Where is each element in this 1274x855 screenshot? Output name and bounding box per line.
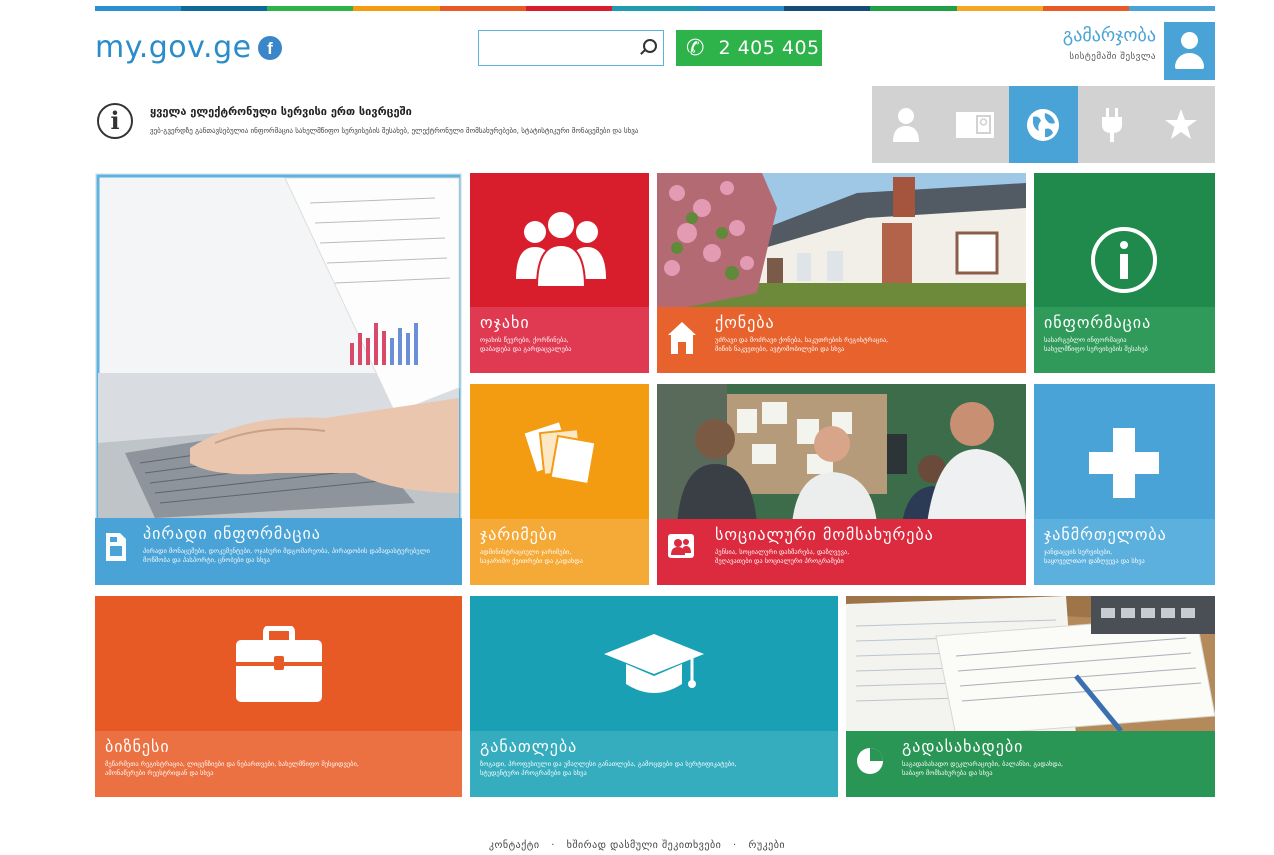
papers-icon [524,422,597,486]
notice-title: ყველა ელექტრონული სერვისი ერთ სივრცეში [150,105,412,118]
id-card-icon[interactable] [941,86,1010,163]
tile-information[interactable]: ინფორმაცია სასარგებლო ინფორმაცია სახელმწი… [1034,173,1215,373]
tile-caption: ქონება უძრავი და მოძრავი ქონება, საკუთრე… [657,307,1026,373]
stripe-segment [267,6,354,11]
login-block[interactable]: გამარჯობა სისტემაში შესვლა [1063,25,1156,62]
footer-links: კონტაქტი · ხშირად დასმული შეკითხვები · რ… [0,840,1274,851]
user-avatar-icon[interactable] [1164,22,1215,80]
tile-title: ჯარიმები [480,525,558,544]
tile-desc: საგადასახადო დეკლარაციები, ბალანსი, გადა… [902,760,1064,777]
tile-desc: პენსია, სოციალური დახმარება, დაზღვევა, შე… [715,548,850,565]
tile-fines[interactable]: ჯარიმები ადმინისტრაციული ჯარიმები, საჯარი… [470,384,649,585]
tile-caption: ინფორმაცია სასარგებლო ინფორმაცია სახელმწი… [1034,307,1215,373]
tile-caption: სოციალური მომსახურება პენსია, სოციალური … [657,519,1026,585]
stripe-segment [956,6,1043,11]
tax-forms-photo [846,596,1215,736]
tile-title: ინფორმაცია [1044,313,1152,332]
tile-title: გადასახადები [902,737,1024,756]
tile-desc: პირადი მონაცემები, დოკუმენტები, ოჯახური … [143,547,430,564]
tile-business[interactable]: ბიზნესი მეწარმეთა რეგისტრაცია, ლიცენზიებ… [95,596,462,797]
tile-title: პირადი ინფორმაცია [143,524,321,543]
search-box[interactable] [478,30,664,66]
people-photo [657,384,1026,524]
tile-title: ოჯახი [480,313,530,332]
globe-icon[interactable] [1009,86,1078,163]
house-icon [668,322,696,354]
stripe-segment [1128,6,1216,11]
notice-text: ვებ-გვერდზე განთავსებულია ინფორმაცია სახ… [150,127,639,135]
tile-desc: ოჯახის წევრები, ქორწინება, დაბადება და გა… [480,336,572,353]
tile-family[interactable]: ოჯახი ოჯახის წევრები, ქორწინება, დაბადება… [470,173,649,373]
tile-caption: ჯანმრთელობა ჯანდაცვის სერვისები, საყოველთ… [1034,519,1215,585]
footer-separator: · [551,840,555,851]
tile-caption: გადასახადები საგადასახადო დეკლარაციები, … [846,731,1215,797]
facebook-icon[interactable]: f [258,36,282,60]
footer-link-contact[interactable]: კონტაქტი [489,840,540,851]
avatar-head [1181,32,1198,49]
people-group-icon [516,210,606,287]
document-icon [106,533,126,561]
phone-icon: ✆ [686,35,705,61]
laptop-photo [95,173,462,518]
stripe-segment [439,6,526,11]
hotline-button[interactable]: ✆ 2 405 405 [676,30,822,66]
people-card-icon [668,534,694,558]
login-title[interactable]: გამარჯობა [1063,25,1156,46]
tile-personal-info[interactable]: პირადი ინფორმაცია პირადი მონაცემები, დოკ… [95,173,462,585]
top-color-stripe [95,6,1216,11]
category-switcher [872,86,1215,163]
tile-caption: ჯარიმები ადმინისტრაციული ჯარიმები, საჯარი… [470,519,649,585]
pie-chart-icon [857,748,883,774]
avatar-body [1175,53,1204,69]
stripe-segment [870,6,957,11]
tile-taxes[interactable]: გადასახადები საგადასახადო დეკლარაციები, … [846,596,1215,797]
stripe-segment [95,6,182,11]
tile-education[interactable]: განათლება ზოგადი, პროფესიული და უმაღლესი… [470,596,838,797]
info-icon [1091,227,1157,293]
site-logo[interactable]: my.gov.ge [95,30,252,65]
tile-social[interactable]: სოციალური მომსახურება პენსია, სოციალური … [657,384,1026,585]
stripe-segment [611,6,699,11]
stripe-segment [1042,6,1129,11]
login-subtitle[interactable]: სისტემაში შესვლა [1063,52,1156,62]
stripe-segment [698,6,785,11]
tile-desc: უძრავი და მოძრავი ქონება, საკუთრების რეგ… [715,336,889,353]
tile-desc: ჯანდაცვის სერვისები, საყოველთაო დაზღვევა … [1044,548,1145,565]
tile-title: განათლება [480,737,578,756]
graduation-cap-icon [604,634,704,693]
tile-caption: პირადი ინფორმაცია პირადი მონაცემები, დოკ… [95,518,462,585]
tile-property[interactable]: ქონება უძრავი და მოძრავი ქონება, საკუთრე… [657,173,1026,373]
tile-desc: ადმინისტრაციული ჯარიმები, საჯარიმო ქვითრე… [480,548,583,565]
tile-desc: სასარგებლო ინფორმაცია სახელმწიფო სერვისებ… [1044,336,1148,353]
stripe-segment [525,6,612,11]
search-icon[interactable] [643,39,657,53]
tile-caption: ბიზნესი მეწარმეთა რეგისტრაცია, ლიცენზიებ… [95,731,462,797]
stripe-segment [181,6,268,11]
briefcase-icon [236,626,322,702]
tile-title: ჯანმრთელობა [1044,525,1167,544]
footer-separator: · [733,840,737,851]
tile-caption: ოჯახი ოჯახის წევრები, ქორწინება, დაბადება… [470,307,649,373]
info-notice: i ყველა ელექტრონული სერვისი ერთ სივრცეში… [97,97,857,155]
search-input[interactable] [485,33,639,65]
stripe-segment [353,6,440,11]
tile-title: ბიზნესი [105,737,170,756]
star-icon[interactable] [1146,86,1215,163]
tile-health[interactable]: ჯანმრთელობა ჯანდაცვის სერვისები, საყოველთ… [1034,384,1215,585]
footer-link-faq[interactable]: ხშირად დასმული შეკითხვები [567,840,722,851]
stripe-segment [784,6,871,11]
tile-desc: ზოგადი, პროფესიული და უმაღლესი განათლება… [480,760,737,777]
footer-link-maps[interactable]: რუკები [748,840,785,851]
hotline-number: 2 405 405 [718,37,820,59]
person-icon[interactable] [872,86,941,163]
info-icon: i [97,103,133,139]
tile-caption: განათლება ზოგადი, პროფესიული და უმაღლესი… [470,731,838,797]
tile-desc: მეწარმეთა რეგისტრაცია, ლიცენზიები და ნებ… [105,760,359,777]
tile-title: სოციალური მომსახურება [715,525,934,544]
house-photo [657,173,1026,313]
plus-icon [1089,428,1159,498]
tile-title: ქონება [715,313,775,332]
plug-icon[interactable] [1078,86,1147,163]
